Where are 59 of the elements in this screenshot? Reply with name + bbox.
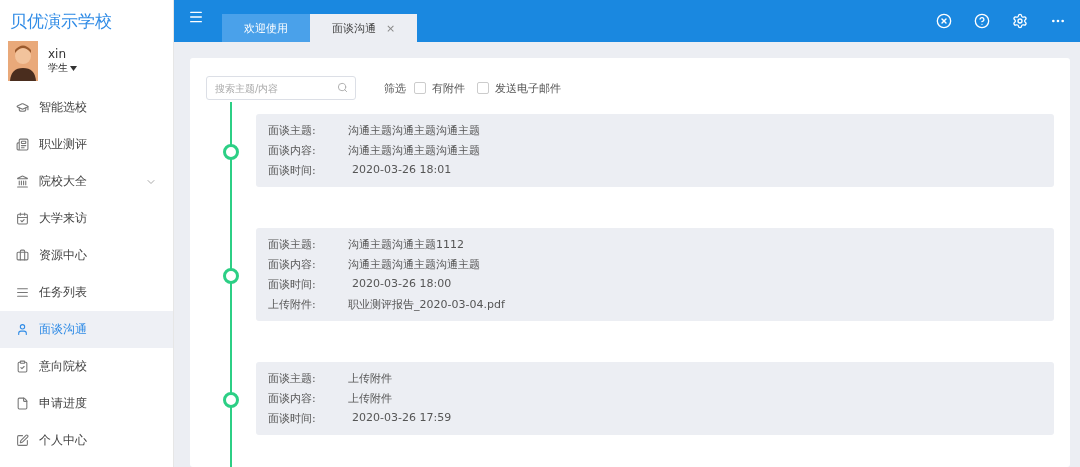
field-value: 沟通主题沟通主题沟通主题 [348, 123, 480, 138]
field-label: 面谈时间: [268, 277, 317, 292]
close-icon[interactable] [936, 13, 952, 29]
user-icon [16, 323, 29, 336]
sidebar-item[interactable]: 任务列表 [0, 274, 173, 311]
tab[interactable]: 面谈沟通 × [310, 14, 418, 42]
sidebar-item[interactable]: 大学来访 [0, 200, 173, 237]
sidebar-item[interactable]: 院校大全 [0, 163, 173, 200]
sidebar-item[interactable]: 资源中心 [0, 237, 173, 274]
field-value: 上传附件 [348, 371, 392, 386]
field-value: 2020-03-26 18:00 [351, 277, 452, 292]
list-icon [16, 286, 29, 299]
newspaper-icon [16, 138, 29, 151]
field-value: 上传附件 [348, 391, 392, 406]
file-icon [16, 397, 29, 410]
field-value: 2020-03-26 18:01 [351, 163, 452, 178]
field-value: 沟通主题沟通主题1112 [348, 237, 464, 252]
role-dropdown[interactable]: 学生 [48, 61, 77, 75]
user-avatar [8, 41, 38, 81]
checkbox-label: 发送电子邮件 [495, 80, 561, 96]
sidebar-item[interactable]: 申请进度 [0, 385, 173, 422]
field-value: 职业测评报告_2020-03-04.pdf [348, 297, 505, 312]
field-label: 面谈时间: [268, 411, 317, 426]
sidebar-item[interactable]: 意向院校 [0, 348, 173, 385]
filter-label: 筛选 [384, 80, 406, 96]
search-field[interactable]: 搜索主题/内容 [206, 76, 356, 100]
sidebar-item[interactable]: 职业测评 [0, 126, 173, 163]
graduation-cap-icon [16, 101, 29, 114]
field-value: 沟通主题沟通主题沟通主题 [348, 143, 480, 158]
field-label: 面谈主题: [268, 371, 317, 386]
checkbox[interactable] [477, 82, 489, 94]
timeline-dot [223, 391, 239, 408]
field-label: 面谈主题: [268, 237, 317, 252]
checkbox-label: 有附件 [432, 80, 465, 96]
clipboard-icon [16, 360, 29, 373]
field-label: 上传附件: [268, 297, 317, 312]
school-logo: 贝优演示学校 [9, 10, 113, 33]
settings-icon[interactable] [1012, 13, 1028, 29]
sidebar-item[interactable]: 个人中心 [0, 422, 173, 459]
menu-icon[interactable] [188, 9, 204, 25]
caret-icon [70, 65, 77, 71]
bank-building-icon [16, 175, 29, 188]
field-label: 面谈内容: [268, 391, 317, 406]
field-value: 2020-03-26 17:59 [351, 411, 452, 426]
search-icon [337, 82, 348, 93]
field-label: 面谈主题: [268, 123, 317, 138]
field-label: 面谈时间: [268, 163, 317, 178]
edit-icon [16, 434, 29, 447]
timeline-dot [223, 267, 239, 284]
timeline-dot [223, 143, 239, 160]
sidebar-item[interactable]: 智能选校 [0, 89, 173, 126]
field-value: 沟通主题沟通主题沟通主题 [348, 257, 480, 272]
briefcase-icon [16, 249, 29, 262]
user-name: xin [48, 47, 68, 61]
field-label: 面谈内容: [268, 143, 317, 158]
help-icon[interactable] [974, 13, 990, 29]
checkbox[interactable] [414, 82, 426, 94]
field-label: 面谈内容: [268, 257, 317, 272]
calendar-icon [16, 212, 29, 225]
